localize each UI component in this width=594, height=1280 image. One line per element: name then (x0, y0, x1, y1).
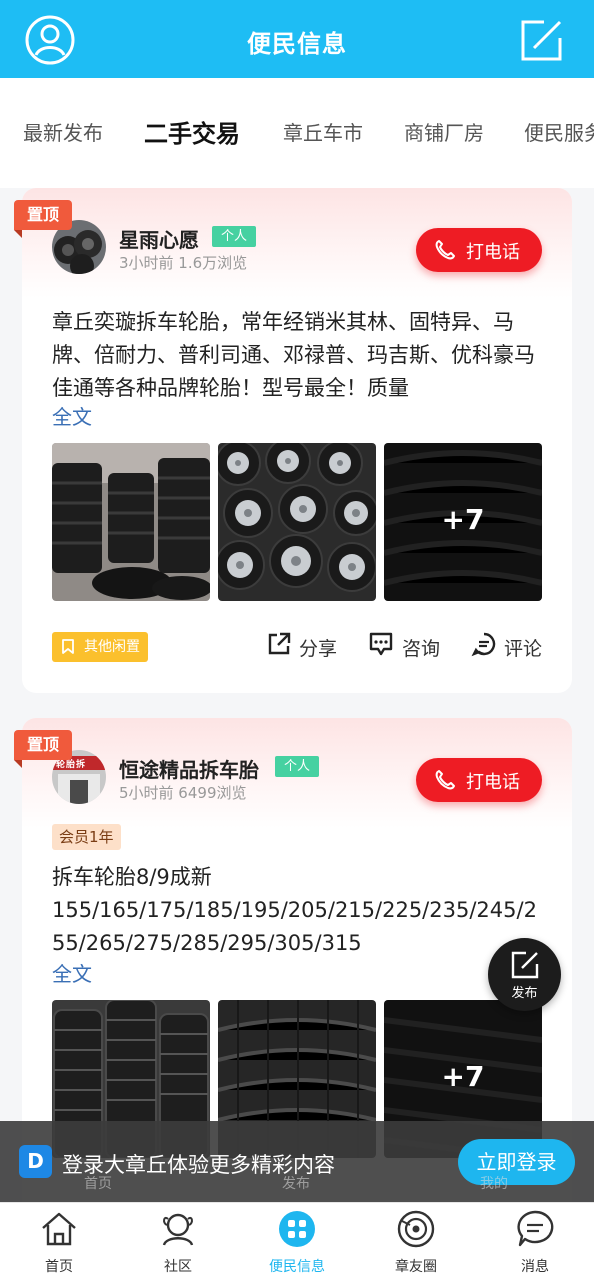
post-card[interactable]: 星雨心愿 个人 3小时前 1.6万浏览 打电话 章丘奕璇拆车轮胎，常年经销米其林… (22, 188, 572, 693)
message-icon (517, 1210, 554, 1247)
full-text-link[interactable]: 全文 (52, 401, 92, 430)
bottom-nav: 首页 社区 便民信息 章友圈 消息 (0, 1202, 594, 1280)
category-tabs: 最新发布 二手交易 章丘车市 商铺厂房 便民服务 (0, 78, 594, 188)
tab-latest[interactable]: 最新发布 (23, 117, 103, 146)
nav-convenience-info[interactable]: 便民信息 (238, 1203, 356, 1280)
nav-friends-circle[interactable]: 章友圈 (357, 1203, 475, 1280)
full-text-link[interactable]: 全文 (52, 958, 92, 987)
call-label: 打电话 (466, 772, 520, 793)
community-icon (162, 1213, 194, 1246)
post-text[interactable]: 章丘奕璇拆车轮胎，常年经销米其林、固特异、马牌、倍耐力、普利司通、邓禄普、玛吉斯… (52, 306, 544, 405)
more-photos-count: +7 (441, 503, 485, 536)
author-name[interactable]: 星雨心愿 (119, 224, 199, 253)
author-name[interactable]: 恒途精品拆车胎 (119, 754, 259, 783)
post-meta: 3小时前 1.6万浏览 (119, 254, 248, 272)
phone-icon (435, 770, 455, 790)
nav-messages-label: 消息 (521, 1259, 549, 1275)
circle-icon (397, 1210, 435, 1248)
ghost-label-publish: 发布 (282, 1176, 310, 1192)
post-photo[interactable]: +7 (384, 443, 542, 601)
publish-fab[interactable]: 发布 (488, 938, 561, 1011)
author-type-tag: 个人 (212, 226, 257, 247)
comment-icon (471, 632, 496, 657)
nav-friends-label: 章友圈 (395, 1259, 437, 1275)
category-label: 其他闲置 (84, 639, 140, 655)
page-title: 便民信息 (247, 30, 347, 58)
post-photo[interactable] (52, 443, 210, 601)
consult-label: 咨询 (402, 638, 441, 660)
post-text[interactable]: 拆车轮胎8/9成新 155/165/175/185/195/205/215/22… (52, 861, 544, 960)
tab-services[interactable]: 便民服务 (524, 117, 594, 146)
app-logo: D (19, 1145, 52, 1178)
post-photo[interactable] (218, 443, 376, 601)
nav-convenience-label: 便民信息 (269, 1259, 325, 1275)
nav-messages[interactable]: 消息 (476, 1203, 594, 1280)
bookmark-icon (62, 639, 74, 654)
nav-home-label: 首页 (45, 1259, 73, 1275)
compose-icon[interactable] (520, 18, 564, 62)
more-photos-count: +7 (441, 1060, 485, 1093)
publish-label: 发布 (511, 986, 538, 1001)
app-header: 便民信息 (0, 0, 594, 78)
login-button[interactable]: 立即登录 (458, 1139, 575, 1185)
share-icon (268, 632, 291, 655)
nav-home[interactable]: 首页 (0, 1203, 118, 1280)
edit-icon (511, 951, 539, 979)
tab-shops[interactable]: 商铺厂房 (404, 117, 484, 146)
call-label: 打电话 (466, 242, 520, 263)
member-badge: 会员1年 (52, 824, 121, 850)
grid-icon (279, 1211, 315, 1247)
share-label: 分享 (299, 638, 338, 660)
ghost-label-home: 首页 (84, 1176, 112, 1192)
chat-icon (369, 632, 393, 656)
author-type-tag: 个人 (275, 756, 320, 777)
call-button[interactable]: 打电话 (416, 758, 542, 802)
pinned-badge: 置顶 (14, 730, 72, 768)
tab-car-market[interactable]: 章丘车市 (283, 117, 363, 146)
post-meta: 5小时前 6499浏览 (119, 784, 247, 802)
pinned-badge: 置顶 (14, 200, 72, 238)
nav-community[interactable]: 社区 (119, 1203, 237, 1280)
home-icon (42, 1212, 76, 1246)
nav-community-label: 社区 (164, 1259, 192, 1275)
comment-label: 评论 (504, 638, 543, 660)
phone-icon (435, 240, 455, 260)
category-badge[interactable]: 其他闲置 (52, 632, 148, 662)
call-button[interactable]: 打电话 (416, 228, 542, 272)
ghost-label-mine: 我的 (480, 1176, 508, 1192)
tab-second-hand[interactable]: 二手交易 (144, 114, 240, 149)
